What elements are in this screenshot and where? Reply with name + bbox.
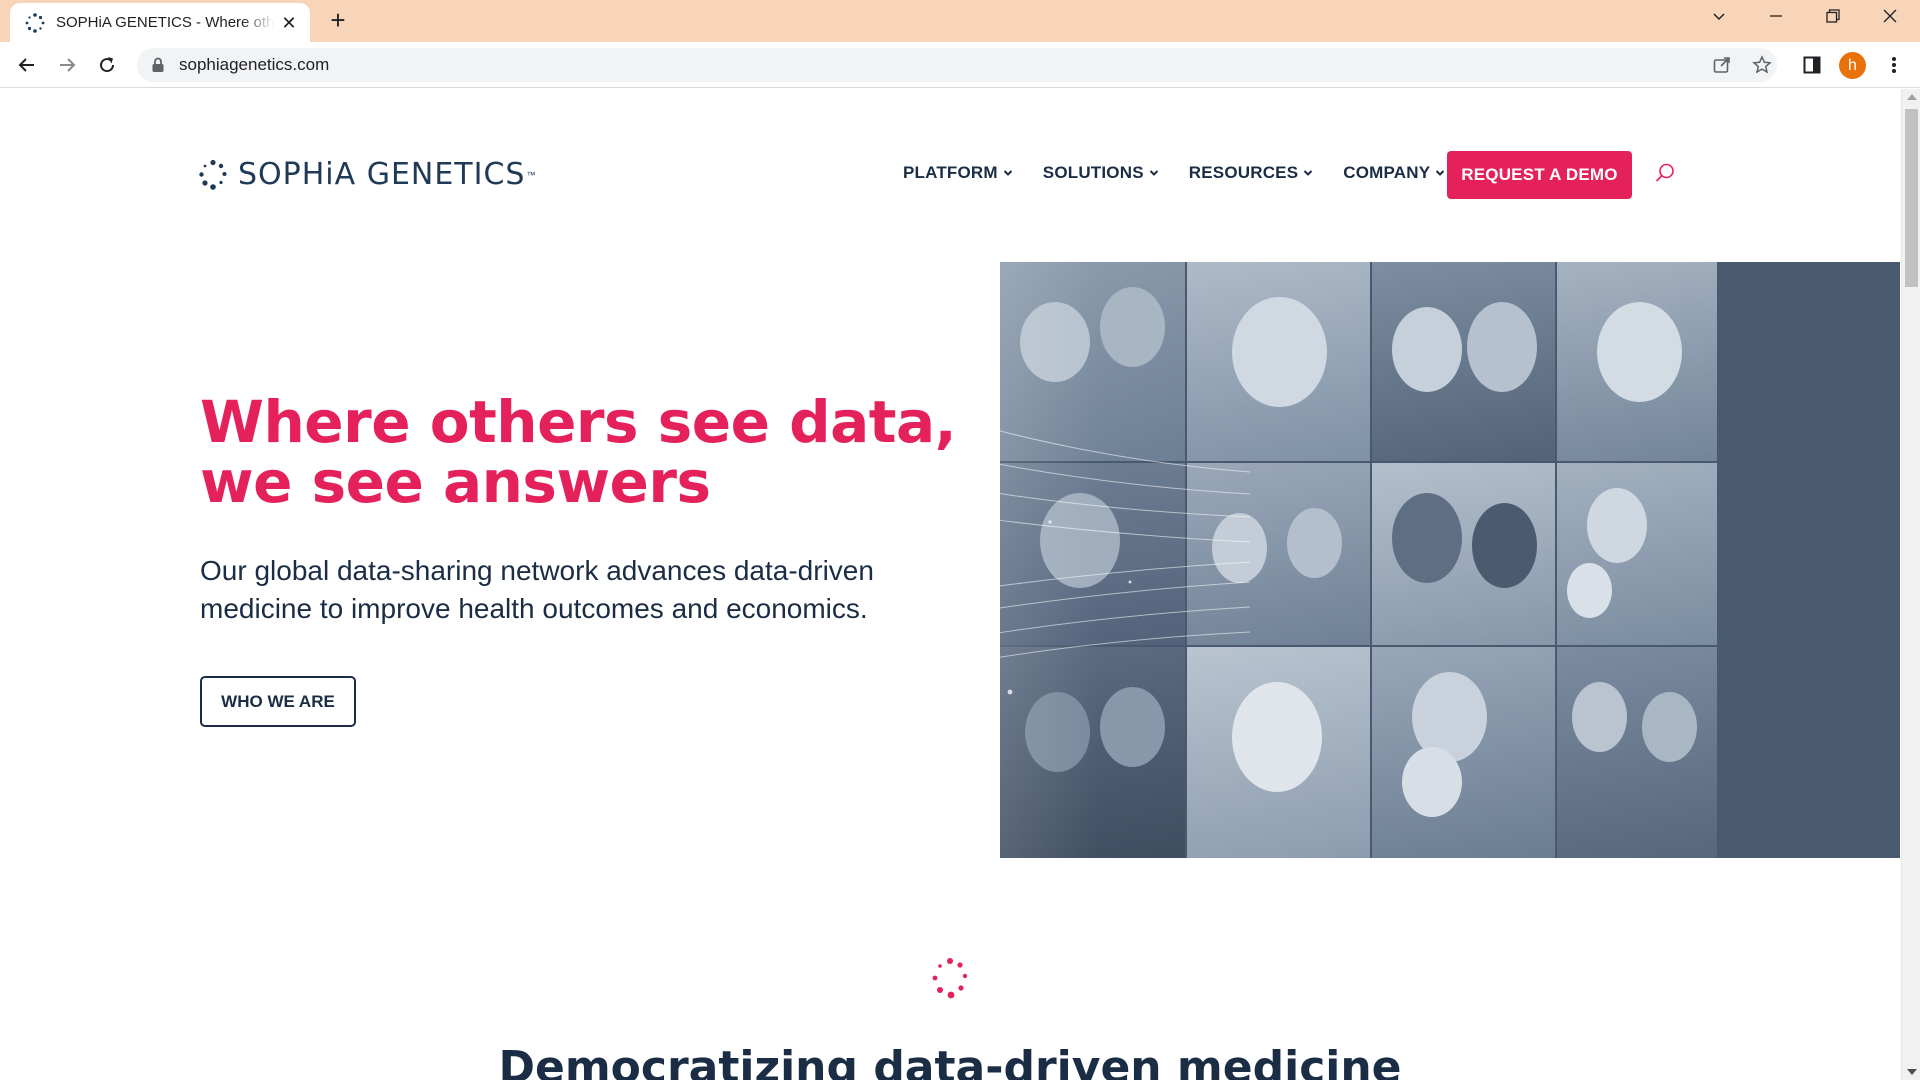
share-icon[interactable]: [1710, 53, 1734, 77]
hero-photo: [1557, 262, 1717, 461]
chevron-down-icon: [1436, 170, 1445, 176]
hero-title-line-1: Where others see data,: [200, 388, 957, 456]
forward-arrow-icon[interactable]: [53, 51, 81, 79]
hero-title: Where others see data, we see answers: [200, 388, 957, 516]
url-text: sophiagenetics.com: [179, 55, 330, 74]
hero-photo: [1557, 647, 1717, 858]
browser-titlebar: SOPHiA GENETICS - Where others see data,…: [0, 0, 1920, 42]
hero-photo: [1372, 463, 1555, 645]
reload-icon[interactable]: [93, 51, 121, 79]
nav-platform[interactable]: PLATFORM: [903, 163, 1013, 183]
network-dots-icon: [932, 958, 968, 999]
nav-resources[interactable]: RESOURCES: [1189, 163, 1314, 183]
search-icon[interactable]: [1654, 162, 1676, 184]
sophia-favicon-icon: [25, 12, 45, 33]
hero-photo: [1557, 463, 1717, 645]
nav-label: PLATFORM: [903, 163, 998, 182]
browser-toolbar: sophiagenetics.com h: [0, 42, 1920, 88]
hero-photo: [1372, 647, 1555, 858]
request-demo-button[interactable]: REQUEST A DEMO: [1447, 151, 1632, 199]
scroll-down-arrow-icon[interactable]: [1907, 1069, 1917, 1075]
sophia-logo-mark-icon: [199, 159, 227, 190]
restore-window-icon[interactable]: [1821, 8, 1845, 32]
chevron-down-icon: [1003, 170, 1012, 176]
who-we-are-button[interactable]: WHO WE ARE: [200, 676, 356, 727]
browser-tab-active[interactable]: SOPHiA GENETICS - Where others see data,…: [10, 3, 310, 42]
page-viewport: SOPHiA GENETICS ™ PLATFORM SOLUTIONS RES…: [0, 89, 1920, 1080]
hero-subtitle: Our global data-sharing network advances…: [200, 555, 874, 624]
scrollbar-thumb[interactable]: [1905, 109, 1918, 287]
hero-section: Where others see data, we see answers Ou…: [0, 262, 1900, 858]
logo-wordmark: SOPHiA GENETICS: [238, 157, 526, 192]
back-arrow-icon[interactable]: [13, 51, 41, 79]
site-logo[interactable]: SOPHiA GENETICS ™: [198, 157, 535, 192]
hero-title-line-2: we see answers: [200, 448, 711, 516]
chevron-down-icon: [1304, 170, 1313, 176]
nav-solutions[interactable]: SOLUTIONS: [1043, 163, 1159, 183]
side-panel-icon[interactable]: [1800, 53, 1824, 77]
close-window-icon[interactable]: [1878, 8, 1902, 32]
bookmark-star-icon[interactable]: [1750, 53, 1774, 77]
section-title: Democratizing data-driven medicine: [498, 1042, 1402, 1080]
logo-trademark: ™: [526, 169, 536, 180]
page-scrollbar[interactable]: [1901, 89, 1920, 1080]
nav-company[interactable]: COMPANY: [1343, 163, 1445, 183]
chevron-down-icon: [1149, 170, 1158, 176]
scroll-up-arrow-icon[interactable]: [1907, 94, 1917, 100]
browser-menu-icon[interactable]: [1882, 53, 1906, 77]
new-tab-button[interactable]: +: [325, 7, 351, 34]
tab-search-chevron-icon[interactable]: [1707, 8, 1731, 32]
nav-label: RESOURCES: [1188, 163, 1299, 182]
primary-navigation: PLATFORM SOLUTIONS RESOURCES COMPANY: [903, 163, 1475, 183]
close-tab-icon[interactable]: ✕: [280, 14, 298, 32]
address-bar[interactable]: sophiagenetics.com: [137, 48, 1777, 82]
hero-photo: [1372, 262, 1555, 461]
nav-label: SOLUTIONS: [1042, 163, 1144, 182]
tab-title: SOPHiA GENETICS - Where others see data,…: [56, 14, 274, 31]
profile-avatar[interactable]: h: [1839, 52, 1866, 79]
lock-icon: [152, 57, 164, 72]
nav-label: COMPANY: [1343, 163, 1431, 182]
minimize-window-icon[interactable]: [1764, 8, 1788, 32]
